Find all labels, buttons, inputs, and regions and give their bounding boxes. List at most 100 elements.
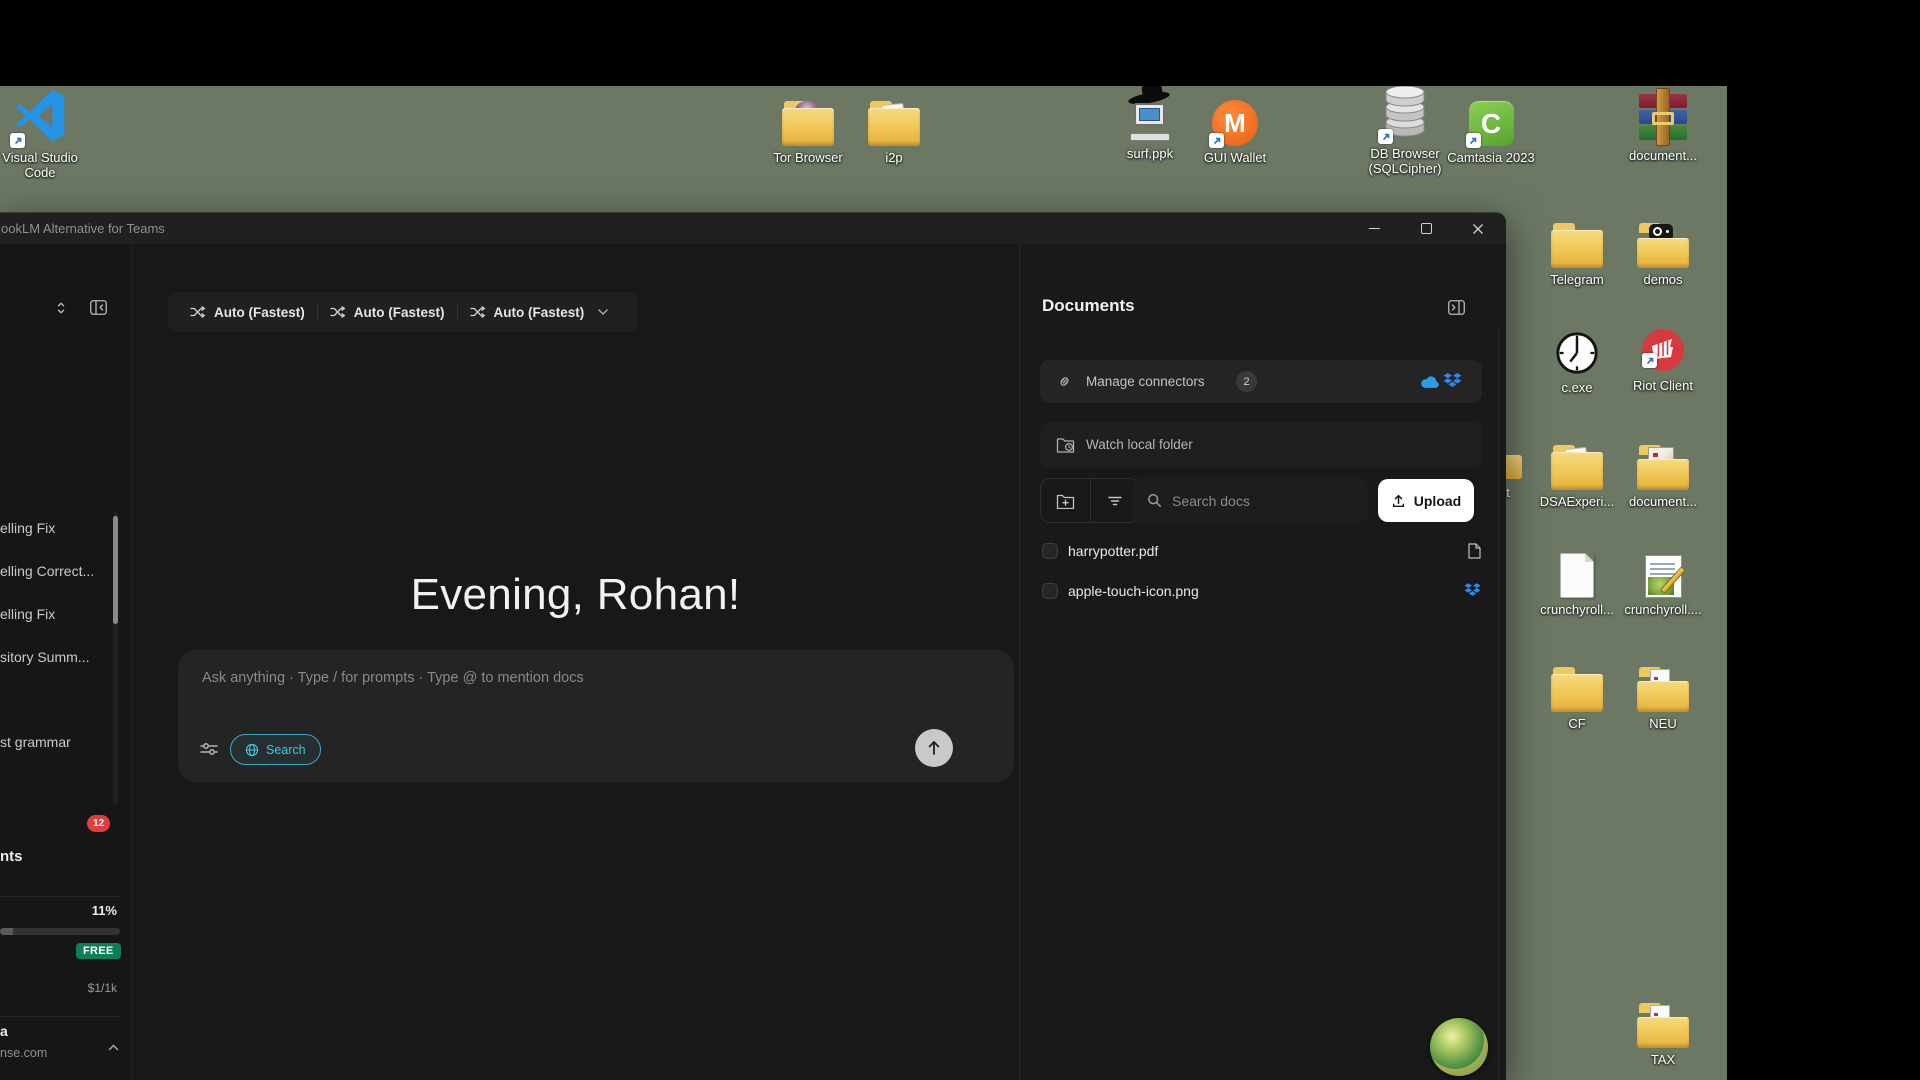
desktop-icon-tax[interactable]: TAX — [1619, 992, 1707, 1067]
desktop-icon-demos[interactable]: demos — [1619, 212, 1707, 287]
upload-button-label: Upload — [1414, 493, 1461, 509]
notification-badge: 12 — [87, 815, 110, 832]
model-label: Auto (Fastest) — [214, 305, 305, 320]
window-titlebar[interactable]: ookLM Alternative for Teams — [0, 213, 1506, 244]
document-list-item[interactable]: harrypotter.pdf — [1020, 534, 1507, 568]
vscode-icon — [13, 87, 67, 146]
folder-picture-icon — [1637, 452, 1689, 490]
desktop-icon-label: Riot Client — [1633, 378, 1693, 393]
sort-button[interactable] — [54, 301, 68, 320]
docs-search-input[interactable] — [1172, 478, 1352, 523]
desktop-icon-label: Camtasia 2023 — [1447, 150, 1534, 165]
desktop-icon-label: t — [1506, 485, 1510, 500]
desktop-icon-document-rar[interactable]: document... — [1619, 88, 1707, 163]
putty-icon — [1127, 90, 1173, 142]
desktop-icon-riot-client[interactable]: Riot Client — [1619, 318, 1707, 393]
upload-button[interactable]: Upload — [1378, 479, 1474, 522]
sidebar-item-chat[interactable]: st grammar — [0, 734, 71, 750]
desktop-icon-tor-browser[interactable]: Tor Browser — [764, 90, 852, 165]
desktop-icon-c-exe[interactable]: c.exe — [1533, 320, 1621, 395]
folder-onion-icon — [782, 108, 834, 146]
model-selector-2[interactable]: Auto (Fastest) — [318, 292, 457, 332]
desktop-icon-surf-ppk[interactable]: surf.ppk — [1106, 86, 1194, 161]
desktop-icon-label: crunchyroll... — [1540, 602, 1614, 617]
desktop-icon-label: TAX — [1651, 1052, 1675, 1067]
desktop-icon-label: DB Browser (SQLCipher) — [1361, 146, 1449, 177]
file-name: apple-touch-icon.png — [1068, 574, 1199, 608]
documents-panel-title: Documents — [1042, 296, 1135, 316]
sort-arrows-icon — [54, 301, 68, 315]
close-button[interactable] — [1458, 213, 1498, 244]
desktop-icon-camtasia[interactable]: C Camtasia 2023 — [1447, 90, 1535, 165]
desktop-icon-vscode[interactable]: Visual Studio Code — [0, 90, 84, 181]
model-label: Auto (Fastest) — [354, 305, 445, 320]
search-toggle-label: Search — [266, 743, 306, 757]
camtasia-icon: C — [1469, 101, 1514, 146]
account-domain: nse.com — [0, 1046, 47, 1060]
plan-badge: FREE — [76, 943, 121, 959]
notepad-icon — [1645, 555, 1682, 598]
prompt-input[interactable] — [202, 666, 922, 690]
collapse-documents-panel-button[interactable] — [1448, 300, 1465, 320]
desktop-icon-label: GUI Wallet — [1204, 150, 1266, 165]
desktop-icon-crunchyroll-file[interactable]: crunchyroll... — [1533, 542, 1621, 617]
model-selector-3[interactable]: Auto (Fastest) — [458, 292, 621, 332]
shortcut-arrow-icon — [1378, 129, 1393, 144]
desktop-icon-dsaexperi[interactable]: DSAExperi... — [1533, 434, 1621, 509]
divider — [0, 896, 121, 897]
file-checkbox[interactable] — [1042, 543, 1058, 559]
desktop-icon-i2p[interactable]: i2p — [850, 90, 938, 165]
tune-settings-button[interactable] — [200, 742, 218, 761]
folder-paper-icon — [1551, 452, 1603, 490]
web-search-toggle[interactable]: Search — [230, 734, 321, 765]
document-list-item[interactable]: apple-touch-icon.png — [1020, 574, 1507, 608]
riot-icon — [1639, 326, 1687, 374]
sidebar-item-chat[interactable]: elling Fix — [0, 606, 55, 622]
sidebar-scrollbar-thumb[interactable] — [113, 516, 118, 624]
folder-doc-icon — [1637, 674, 1689, 712]
model-selector-1[interactable]: Auto (Fastest) — [178, 292, 317, 332]
desktop-icon-label: document... — [1629, 494, 1697, 509]
desktop-icon-label: surf.ppk — [1127, 146, 1173, 161]
desktop-icon-gui-wallet[interactable]: M GUI Wallet — [1191, 90, 1279, 165]
text-file-icon — [1560, 553, 1594, 598]
shortcut-arrow-icon — [1466, 133, 1481, 148]
search-icon — [1147, 493, 1162, 513]
maximize-button[interactable] — [1406, 213, 1446, 244]
panel-right-icon — [1448, 300, 1465, 315]
desktop-icon-neu[interactable]: NEU — [1619, 656, 1707, 731]
winrar-archive-icon — [1639, 92, 1687, 144]
collapse-sidebar-button[interactable] — [90, 300, 107, 320]
manage-connectors-button[interactable]: Manage connectors 2 — [1040, 360, 1482, 403]
desktop-icon-crunchyroll-note[interactable]: crunchyroll.... — [1619, 542, 1707, 617]
globe-app-icon[interactable] — [1430, 1018, 1488, 1076]
divider — [0, 1016, 121, 1017]
folder-paper-icon — [868, 108, 920, 146]
folder-camera-icon — [1637, 230, 1689, 268]
window-title: ookLM Alternative for Teams — [1, 213, 165, 244]
new-folder-button[interactable] — [1041, 479, 1090, 522]
folder-doc-icon — [1637, 1010, 1689, 1048]
globe-icon — [245, 743, 259, 757]
docs-search-box[interactable] — [1132, 478, 1368, 523]
desktop-icon-cf[interactable]: CF — [1533, 656, 1621, 731]
prompt-input-card[interactable]: Search — [178, 650, 1014, 782]
desktop-icon-db-browser[interactable]: DB Browser (SQLCipher) — [1361, 86, 1449, 177]
letterbox-right — [1727, 0, 1920, 1080]
shortcut-arrow-icon — [1642, 353, 1657, 368]
minimize-button[interactable] — [1354, 213, 1394, 244]
sidebar-item-chat[interactable]: sitory Summ... — [0, 649, 89, 665]
watch-local-folder-button[interactable]: Watch local folder — [1040, 422, 1482, 467]
maximize-icon — [1421, 223, 1432, 234]
model-label: Auto (Fastest) — [494, 305, 585, 320]
desktop-icon-document-folder[interactable]: document... — [1619, 434, 1707, 509]
sidebar-item-chat[interactable]: elling Correct... — [0, 563, 94, 579]
file-checkbox[interactable] — [1042, 583, 1058, 599]
model-selector-bar: Auto (Fastest) Auto (Fastest) Auto (Fast… — [168, 292, 638, 332]
desktop-icon-telegram[interactable]: Telegram — [1533, 212, 1621, 287]
sidebar-item-chat[interactable]: elling Fix — [0, 520, 55, 536]
sidebar-section-label[interactable]: nts — [0, 848, 23, 865]
usage-percent: 11% — [92, 903, 117, 918]
send-button[interactable] — [915, 729, 953, 767]
account-menu-button[interactable] — [108, 1038, 119, 1056]
